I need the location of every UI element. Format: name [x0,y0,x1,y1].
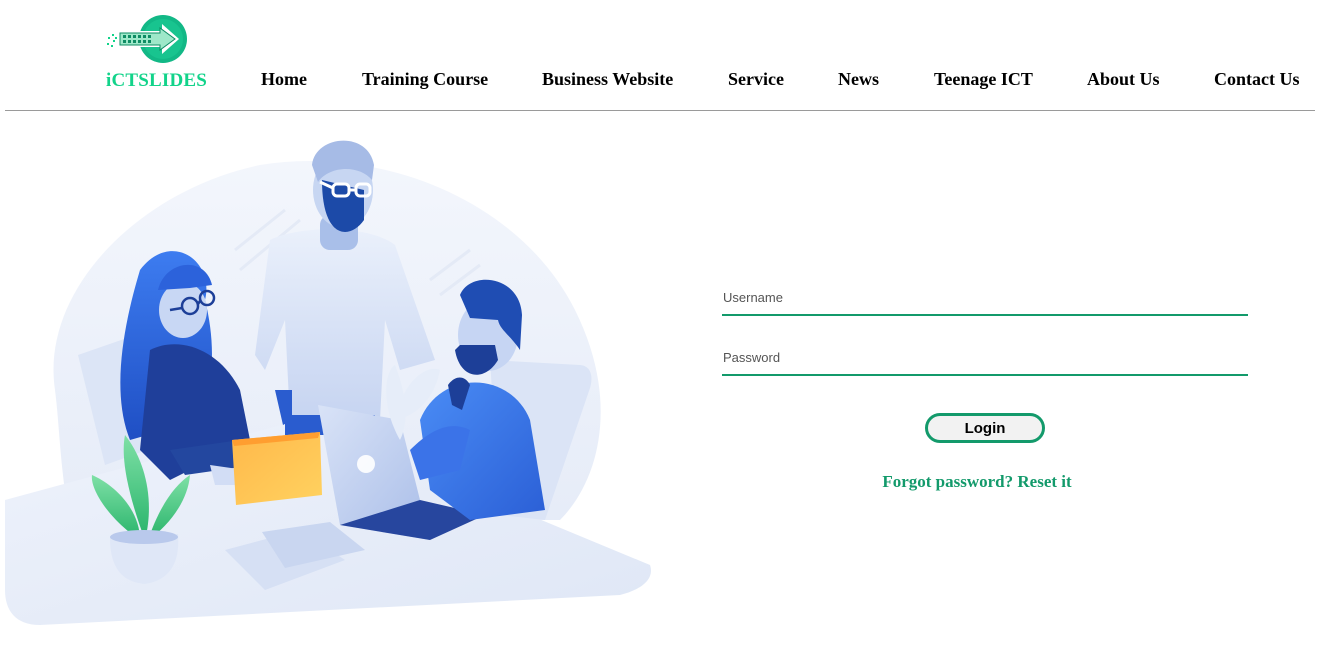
header-divider [5,110,1315,111]
keyboard-arrow-logo-icon [107,15,187,63]
nav-teenage-ict[interactable]: Teenage ICT [934,69,1033,90]
login-button[interactable]: Login [925,413,1045,443]
team-meeting-illustration [0,120,660,630]
password-field[interactable] [722,346,1248,376]
nav-news[interactable]: News [838,69,879,90]
nav-business-website[interactable]: Business Website [542,69,673,90]
forgot-password-link[interactable]: Forgot password? Reset it [877,472,1077,492]
nav-home[interactable]: Home [261,69,307,90]
nav-about-us[interactable]: About Us [1087,69,1160,90]
nav-training-course[interactable]: Training Course [362,69,488,90]
username-field[interactable] [722,286,1248,316]
main-nav: Home Training Course Business Website Se… [0,69,1320,93]
login-form: Login Forgot password? Reset it [722,270,1248,510]
nav-service[interactable]: Service [728,69,784,90]
nav-contact-us[interactable]: Contact Us [1214,69,1300,90]
